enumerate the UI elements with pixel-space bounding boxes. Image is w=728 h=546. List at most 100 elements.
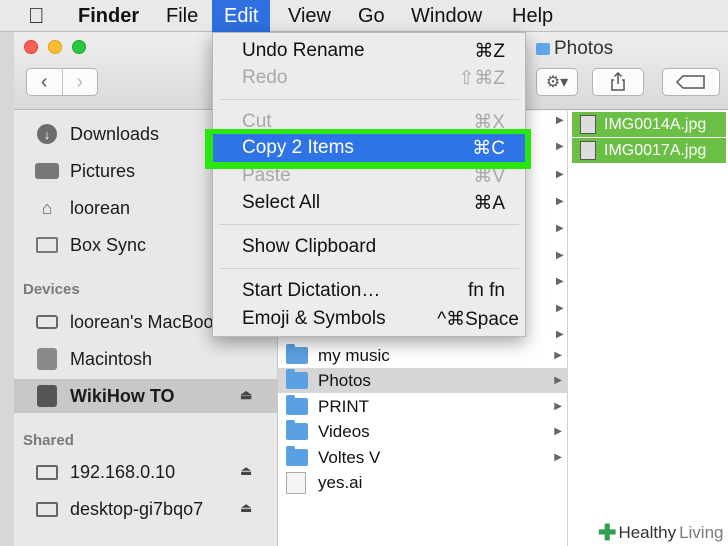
folder-icon [536,43,550,55]
chevron-right-icon: ▶ [554,375,562,386]
apple-icon[interactable]:  [28,3,45,29]
sidebar-item-label: desktop-gi7bqo7 [70,498,204,519]
chevron-right-icon: ▶ [556,250,564,261]
menu-item-redo: Redo ⇧⌘Z [213,65,525,91]
download-icon: ↓ [34,123,60,145]
sidebar-item-label: WikiHow TO [70,385,175,406]
list-item-img0014a[interactable]: IMG0014A.jpg [572,112,726,137]
sidebar-item-wikihow-to[interactable]: WikiHow TO ⏏ [14,379,278,413]
external-drive-icon [34,385,60,407]
menu-item-shortcut: ⌘A [473,193,505,214]
menu-edit[interactable]: Edit [212,0,271,32]
list-item-label: Photos [318,370,371,390]
menu-item-label: Show Clipboard [242,236,377,257]
menu-item-shortcut: ^⌘Space [437,309,519,330]
sidebar-item-label: Box Sync [70,234,147,255]
menu-item-label: Redo [242,67,288,88]
sidebar-item-label: Downloads [70,123,160,144]
list-item[interactable]: Voltes V ▶ [278,445,568,470]
menu-item-shortcut: ⌘C [472,138,505,159]
menu-item-label: Copy 2 Items [242,137,354,158]
list-item-label: PRINT [318,396,369,416]
action-button[interactable]: ⚙▾ [536,68,578,96]
sidebar-item-label: loorean [70,197,131,218]
camera-icon [34,160,60,182]
sidebar-item-desktop[interactable]: desktop-gi7bqo7 ⏏ [14,492,278,526]
list-item-label: Videos [318,421,370,441]
menu-item-copy[interactable]: Copy 2 Items ⌘C [213,134,525,162]
menu-item-label: Select All [242,192,321,213]
menu-go[interactable]: Go [346,0,397,32]
menu-finder[interactable]: Finder [66,0,151,32]
devices-header: Devices [23,281,80,298]
share-button[interactable] [592,68,644,96]
folder-icon [286,446,308,466]
laptop-icon [34,311,60,333]
menu-item-show-clipboard[interactable]: Show Clipboard [213,234,525,260]
edit-menu: Undo Rename ⌘Z Redo ⇧⌘Z Cut ⌘X Paste ⌘V … [212,32,526,337]
menu-item-undo[interactable]: Undo Rename ⌘Z [213,38,525,64]
menu-file[interactable]: File [154,0,210,32]
menu-item-emoji-symbols[interactable]: Emoji & Symbols ^⌘Space [213,306,525,332]
tag-button[interactable] [662,68,720,96]
menu-item-label: Undo Rename [242,40,365,61]
eject-icon[interactable]: ⏏ [240,387,252,403]
minimize-window-button[interactable] [48,40,62,54]
chevron-right-icon: ▶ [556,115,564,126]
image-thumbnail-icon [580,115,596,134]
close-window-button[interactable] [24,40,38,54]
menu-item-start-dictation[interactable]: Start Dictation… fn fn [213,278,525,304]
sidebar-item-192-168-0-10[interactable]: 192.168.0.10 ⏏ [14,455,278,489]
menu-item-shortcut: fn fn [468,280,505,301]
watermark-healthy: Healthy [618,523,677,542]
hard-drive-icon [34,348,60,370]
menu-item-select-all[interactable]: Select All ⌘A [213,190,525,216]
menu-item-shortcut: ⇧⌘Z [458,68,505,89]
list-item-label: Voltes V [318,447,381,467]
chevron-right-icon: ▶ [554,401,562,412]
window-title: Photos [536,38,613,60]
chevron-right-icon: ▶ [556,223,564,234]
plus-icon: ✚ [598,520,617,545]
sidebar-item-label: Macintosh [70,348,153,369]
list-item-label: yes.ai [318,472,363,492]
list-item-label: my music [318,345,390,365]
shared-header: Shared [23,432,74,449]
window-title-text: Photos [554,38,614,59]
menu-view[interactable]: View [276,0,343,32]
chevron-right-icon: ▶ [554,452,562,463]
menu-item-label: Start Dictation… [242,280,381,301]
healthy-living-watermark: ✚ Healthy Living [594,520,728,546]
menu-separator [219,224,519,225]
list-item[interactable]: yes.ai [278,470,568,495]
folder-icon [286,344,308,364]
menu-separator [219,268,519,269]
chevron-right-icon: ▶ [556,141,564,152]
list-item-img0017a[interactable]: IMG0017A.jpg [572,138,726,163]
eject-icon[interactable]: ⏏ [240,500,252,516]
list-item-photos[interactable]: Photos ▶ [278,368,568,393]
column-photos: IMG0014A.jpg IMG0017A.jpg [568,111,728,546]
forward-button[interactable]: › [61,69,98,95]
monitor-icon [34,498,60,520]
menu-separator [219,99,519,100]
eject-icon[interactable]: ⏏ [240,463,252,479]
chevron-right-icon: ▶ [554,350,562,361]
zoom-window-button[interactable] [72,40,86,54]
folder-icon [286,369,308,389]
list-item-label: IMG0014A.jpg [604,115,707,133]
chevron-right-icon: ▶ [556,276,564,287]
list-item[interactable]: PRINT ▶ [278,394,568,419]
watermark-living: Living [679,523,724,542]
sidebar-item-label: Pictures [70,160,136,181]
menu-help[interactable]: Help [500,0,565,32]
menu-window[interactable]: Window [399,0,494,32]
folder-icon [286,420,308,440]
back-forward-buttons: ‹ › [26,68,98,96]
monitor-icon [34,461,60,483]
list-item[interactable]: my music ▶ [278,343,568,368]
sidebar-item-macintosh[interactable]: Macintosh [14,342,278,376]
chevron-right-icon: ▶ [556,303,564,314]
back-button[interactable]: ‹ [27,69,62,95]
list-item[interactable]: Videos ▶ [278,419,568,444]
